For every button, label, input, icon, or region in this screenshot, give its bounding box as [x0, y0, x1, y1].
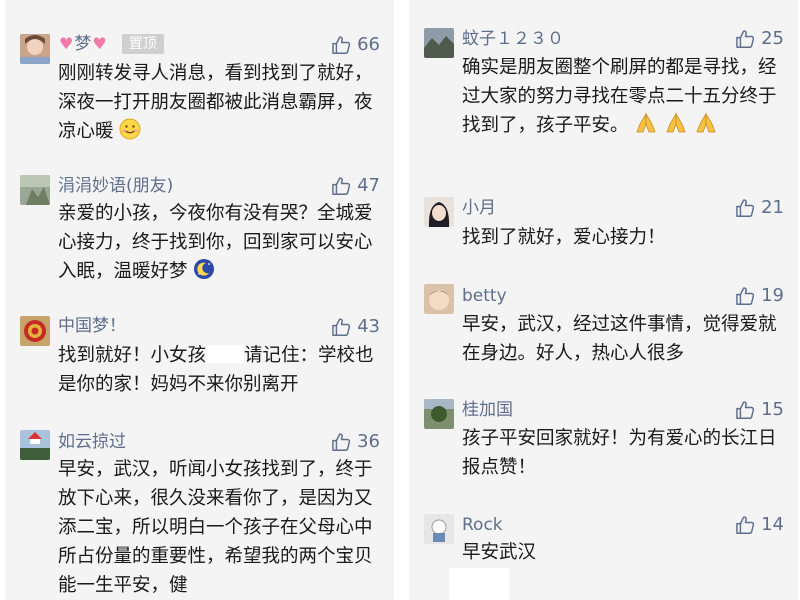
comment-text: 亲爱的小孩，今夜你有没有哭？全城爱心接力，终于找到你，回到家可以安心入眠，温暖好…	[58, 199, 376, 289]
like-button[interactable]: 19	[734, 285, 784, 307]
comment-text: 早安，武汉，听闻小女孩找到了，终于放下心来，很久没来看你了，是因为又添二宝，所以…	[58, 459, 373, 596]
comment-author[interactable]: Rock	[462, 514, 503, 536]
like-count: 14	[761, 514, 784, 535]
thumbs-up-icon	[734, 28, 756, 50]
thumbs-up-icon	[330, 316, 352, 338]
like-button[interactable]: 21	[734, 197, 784, 219]
comment-text: 找到了就好，爱心接力！	[462, 227, 666, 248]
like-count: 66	[357, 34, 380, 55]
like-count: 25	[761, 28, 784, 49]
author-name: 梦	[74, 34, 92, 54]
like-button[interactable]: 43	[330, 316, 380, 338]
thumbs-up-icon	[734, 514, 756, 536]
thumbs-up-icon	[330, 34, 352, 56]
comment-text: 早安，武汉，经过这件事情，觉得爱就在身边。好人，热心人很多	[462, 314, 777, 364]
redacted-name	[206, 345, 245, 363]
avatar[interactable]	[20, 430, 50, 460]
thumbs-up-icon	[734, 197, 756, 219]
pray-emoji-icon	[694, 112, 718, 143]
avatar[interactable]	[424, 28, 454, 58]
smile-emoji-icon	[119, 118, 141, 149]
comment-author[interactable]: 桂加国	[462, 399, 513, 421]
avatar[interactable]	[424, 284, 454, 314]
pinned-badge: 置顶	[121, 34, 164, 54]
avatar[interactable]	[424, 399, 454, 429]
like-button[interactable]: 14	[734, 514, 784, 536]
comment-text: 找到就好！小女孩 请记住：学校也是你的家！妈妈不来你别离开	[58, 345, 374, 395]
avatar[interactable]	[20, 34, 50, 64]
thumbs-up-icon	[734, 285, 756, 307]
like-button[interactable]: 36	[330, 431, 380, 453]
thumbs-up-icon	[734, 399, 756, 421]
thumbs-up-icon	[330, 175, 352, 197]
comment-author[interactable]: 如云掠过	[58, 431, 126, 453]
pray-emoji-icon	[664, 112, 688, 143]
thumbs-up-icon	[330, 431, 352, 453]
avatar[interactable]	[424, 197, 454, 227]
like-count: 15	[761, 399, 784, 420]
like-button[interactable]: 66	[330, 34, 380, 56]
like-button[interactable]: 25	[734, 28, 784, 50]
redacted-area	[449, 568, 509, 600]
comment-author[interactable]: 蚊子１２３０	[462, 28, 564, 50]
avatar[interactable]	[20, 316, 50, 346]
avatar[interactable]	[20, 175, 50, 205]
heart-icon: ♥	[59, 34, 74, 53]
comment-author[interactable]: 涓涓妙语(朋友)	[58, 175, 173, 197]
comment-text: 刚刚转发寻人消息，看到找到了就好，深夜一打开朋友圈都被此消息霸屏，夜凉心暖	[58, 59, 376, 149]
comment-text: 孩子平安回家就好！为有爱心的长江日报点赞！	[462, 428, 777, 478]
comment-author[interactable]: betty	[462, 285, 507, 307]
heart-icon: ♥	[92, 34, 107, 53]
moon-emoji-icon	[193, 258, 215, 289]
like-count: 36	[357, 431, 380, 452]
like-count: 19	[761, 285, 784, 306]
comment-text: 早安武汉	[462, 542, 537, 563]
comment-text: 确实是朋友圈整个刷屏的都是寻找，经过大家的努力寻找在零点二十五分终于找到了，孩子…	[462, 53, 780, 143]
like-count: 43	[357, 316, 380, 337]
pray-emoji-icon	[634, 112, 658, 143]
right-comment-panel: 蚊子１２３０ 25 确实是朋友圈整个刷屏的都是寻找，经过大家的努力寻找在零点二十…	[409, 0, 798, 600]
comment-author[interactable]: ♥ 梦 ♥ 置顶	[58, 33, 164, 55]
comment-author[interactable]: 中国梦！	[58, 315, 126, 337]
like-count: 47	[357, 175, 380, 196]
like-button[interactable]: 47	[330, 175, 380, 197]
left-comment-panel: ♥ 梦 ♥ 置顶 66 刚刚转发寻人消息，看到找到了就好，深夜一打开朋友圈都被此…	[5, 0, 394, 600]
avatar[interactable]	[424, 514, 454, 544]
comment-author[interactable]: 小月	[462, 197, 496, 219]
like-count: 21	[761, 197, 784, 218]
like-button[interactable]: 15	[734, 399, 784, 421]
